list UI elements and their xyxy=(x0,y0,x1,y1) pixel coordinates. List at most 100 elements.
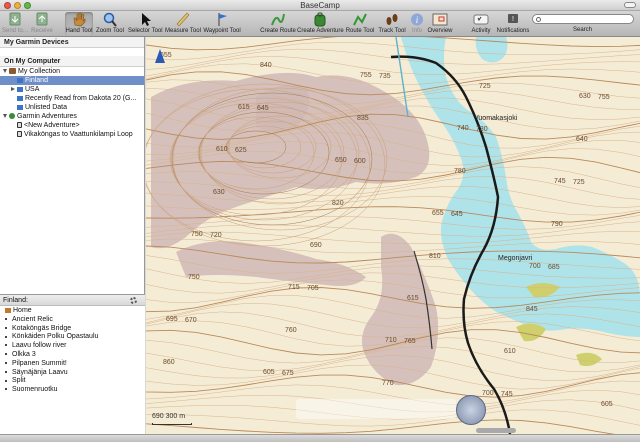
minimize-window-button[interactable] xyxy=(14,2,21,9)
list-item-label: Ancient Relic xyxy=(12,315,53,323)
list-item[interactable]: Könkäiden Polku Opastaulu xyxy=(0,332,145,341)
waypoint-list: Home Ancient Relic Kotaköngäs Bridge Könkäi… xyxy=(0,306,145,394)
search-label: Search xyxy=(572,27,592,33)
route-tool-button[interactable]: Route Tool xyxy=(345,12,375,36)
tree-item[interactable]: Unlisted Data xyxy=(0,103,144,112)
tree-item-label: My Collection xyxy=(18,68,61,75)
list-item-label: Split xyxy=(12,377,26,385)
list-panel: Finland: Home Ancient Relic Kotaköngäs Bri… xyxy=(0,294,145,434)
flag-icon xyxy=(17,86,23,92)
create-route-button[interactable]: Create Route xyxy=(260,12,296,36)
list-item[interactable]: Olkka 3 xyxy=(0,350,145,359)
terrain-shade-2 xyxy=(176,241,366,286)
zoom-window-button[interactable] xyxy=(24,2,31,9)
list-item[interactable]: Home xyxy=(0,306,145,315)
bullet-icon xyxy=(5,361,7,364)
list-item-label: Olkka 3 xyxy=(12,350,36,358)
map-view[interactable]: 655 645 600 645 685 670 675 735 730 725 720 705 765 7… xyxy=(146,37,640,434)
hand-tool-button[interactable]: Hand Tool xyxy=(65,12,93,36)
title-bar: BaseCamp xyxy=(0,0,640,11)
list-item[interactable]: Kotaköngäs Bridge xyxy=(0,324,145,333)
contour-label: 605 xyxy=(601,401,613,408)
disclosure-open-icon[interactable] xyxy=(3,114,7,119)
notifications-button[interactable]: ! Notifications xyxy=(496,12,530,36)
create-adventure-button[interactable]: Create Adventure xyxy=(297,12,344,36)
tree-item[interactable]: Garmin Adventures xyxy=(0,112,144,121)
flag-icon xyxy=(17,104,23,110)
overview-button[interactable]: Overview xyxy=(427,12,453,36)
footprints-icon xyxy=(386,14,398,25)
home-icon xyxy=(5,307,11,313)
topo-map[interactable]: 655 645 600 645 685 670 675 735 730 725 720 705 765 7… xyxy=(146,37,640,434)
contour-label: 780 xyxy=(454,168,466,175)
activity-button[interactable]: Activity xyxy=(469,12,493,36)
globe-icon xyxy=(9,113,15,120)
contour-label: 755 xyxy=(360,72,372,79)
send-device-icon xyxy=(9,12,21,26)
tree-item[interactable]: Finland xyxy=(0,76,144,85)
list-panel-header: Finland: xyxy=(0,295,145,306)
ruler-icon xyxy=(176,12,190,27)
bullet-icon xyxy=(5,379,7,382)
contour-label: 725 xyxy=(479,83,491,90)
disclosure-open-icon[interactable] xyxy=(3,69,7,74)
track-tool-button[interactable]: Track Tool xyxy=(377,12,407,36)
list-item[interactable]: Pilpanen Summit! xyxy=(0,359,145,368)
list-item[interactable]: Ancient Relic xyxy=(0,315,145,324)
contour-label: 705 xyxy=(307,285,319,292)
send-to-device-button[interactable]: Send to… xyxy=(2,12,29,36)
map-navigation-controls[interactable] xyxy=(296,399,456,419)
window-title: BaseCamp xyxy=(300,1,340,10)
tree-item[interactable]: Vikaköngas to Vaattunkilampi Loop xyxy=(0,130,144,139)
arrow-pointer-icon xyxy=(142,13,151,26)
contour-label: 690 xyxy=(310,242,322,249)
contour-label: 700 xyxy=(482,390,494,397)
compass-icon[interactable] xyxy=(456,395,486,425)
contour-label: 840 xyxy=(260,62,272,69)
contour-label: 645 xyxy=(451,211,463,218)
flag-icon xyxy=(17,95,23,101)
info-button[interactable]: i Info xyxy=(408,12,426,36)
toolbar-toggle-button[interactable] xyxy=(624,2,636,8)
contour-line xyxy=(146,48,640,70)
zoom-tool-button[interactable]: Zoom Tool xyxy=(96,12,124,36)
close-window-button[interactable] xyxy=(4,2,11,9)
search-input[interactable] xyxy=(532,14,634,24)
receive-button[interactable]: Receive xyxy=(30,12,54,36)
list-item[interactable]: Split xyxy=(0,376,145,385)
contour-label: 750 xyxy=(188,274,200,281)
disclosure-closed-icon[interactable] xyxy=(11,87,15,92)
contour-label: 615 xyxy=(407,295,419,302)
tree-item[interactable]: Recently Read from Dakota 20 (G... xyxy=(0,94,144,103)
list-item[interactable]: Suomenruotku xyxy=(0,385,145,394)
tree-item-label: Garmin Adventures xyxy=(17,113,77,120)
adventure-icon xyxy=(17,122,22,129)
contour-label: 845 xyxy=(526,306,538,313)
bog-patch xyxy=(576,352,602,367)
bullet-icon xyxy=(5,388,7,391)
list-item-label: Pilpanen Summit! xyxy=(12,359,67,367)
magnifier-icon xyxy=(103,12,117,27)
contour-label: 670 xyxy=(185,317,197,324)
tree-item[interactable]: USA xyxy=(0,85,144,94)
receive-device-icon xyxy=(36,12,48,26)
waypoint-tool-button[interactable]: Waypoint Tool xyxy=(203,12,241,36)
contour-label: 625 xyxy=(235,147,247,154)
contour-label: 820 xyxy=(332,200,344,207)
contour-label: 740 xyxy=(457,125,469,132)
backpack-icon xyxy=(314,12,326,27)
notifications-icon: ! xyxy=(508,14,518,23)
place-label-vuomakasjoki: Vuomakasjoki xyxy=(474,115,518,122)
measure-tool-button[interactable]: Measure Tool xyxy=(165,12,201,36)
tree-item-label: USA xyxy=(25,86,40,93)
contour-label: 695 xyxy=(166,316,178,323)
contour-line xyxy=(146,37,640,51)
selector-tool-button[interactable]: Selector Tool xyxy=(128,12,163,36)
tree-item[interactable]: My Collection xyxy=(0,67,144,76)
list-item[interactable]: Laavu follow river xyxy=(0,341,145,350)
gear-icon[interactable] xyxy=(130,297,137,304)
contour-label: 630 xyxy=(579,93,591,100)
tree-item[interactable]: <New Adventure> xyxy=(0,121,144,130)
map-horizontal-scroll-thumb[interactable] xyxy=(476,428,516,433)
list-item[interactable]: Säynäjänja Laavu xyxy=(0,368,145,377)
